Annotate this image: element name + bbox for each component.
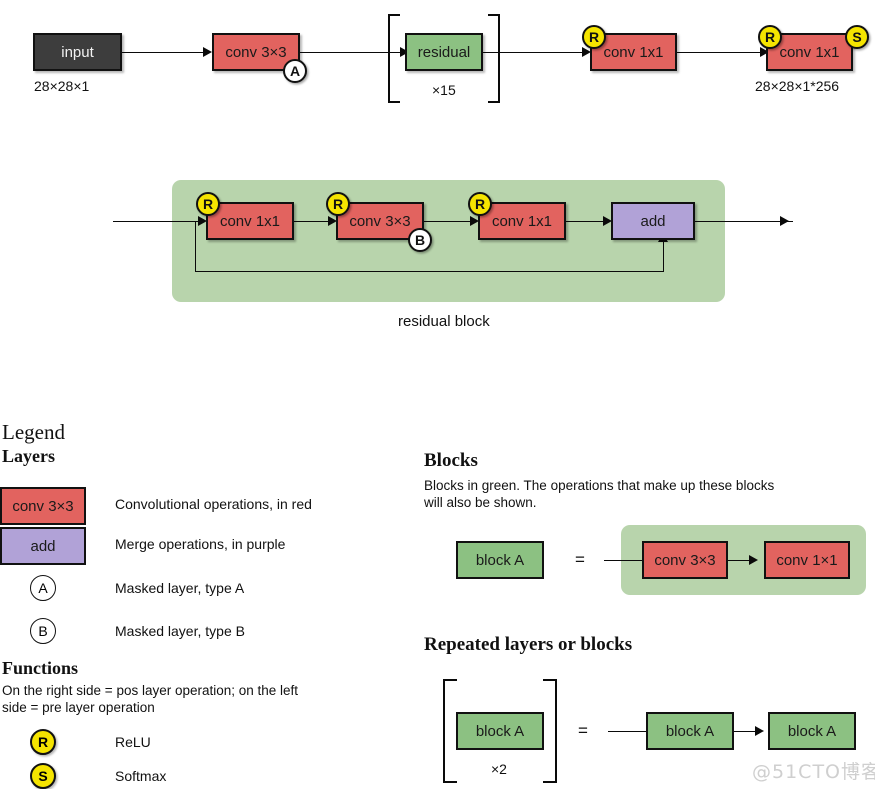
legend-desc-mask-b: Masked layer, type B [115, 623, 245, 639]
legend-relu-icon: R [30, 729, 56, 755]
legend-blocks-rhs-conv1x1-label: conv 1×1 [776, 551, 838, 569]
legend-repeat-rhs-block-1-label: block A [665, 722, 715, 740]
repeat-bracket-left-top [388, 14, 400, 103]
relu-badge-text: R [588, 29, 600, 45]
legend-swatch-conv-label: conv 3×3 [12, 497, 74, 515]
connector-input-to-conv3x3 [122, 52, 208, 53]
legend-repeat-mid-arrow [755, 726, 764, 736]
legend-mask-a-icon: A [30, 575, 56, 601]
legend-blocks-heading: Blocks [424, 450, 478, 471]
legend-title: Legend [2, 420, 65, 444]
node-conv3x3-a-label: conv 3×3 [225, 43, 287, 61]
output-shape-caption: 28×28×1*256 [755, 78, 840, 94]
mask-badge-a-icon: A [283, 59, 307, 83]
mask-badge-b-text: B [414, 232, 426, 248]
legend-desc-mask-a: Masked layer, type A [115, 580, 245, 596]
legend-blocks-rhs-conv3x3-label: conv 3×3 [654, 551, 716, 569]
res-node-conv1x1-second-label: conv 1x1 [491, 212, 553, 230]
legend-repeat-bracket-left [443, 679, 457, 783]
legend-swatch-add-label: add [30, 537, 56, 555]
node-input[interactable]: input [33, 33, 122, 71]
res-node-add-label: add [640, 212, 666, 230]
site-watermark: @51CTO博客 [752, 761, 875, 783]
legend-desc-add: Merge operations, in purple [115, 536, 286, 552]
legend-block-a-lhs: block A [456, 541, 544, 579]
relu-badge-text-res-2: R [332, 196, 344, 212]
skip-connection-vertical-up [663, 240, 664, 271]
softmax-badge-text: S [852, 29, 862, 45]
legend-layers-heading: Layers [2, 446, 55, 466]
skip-connection-vertical-down [195, 221, 196, 271]
legend-softmax-text: S [38, 768, 48, 784]
node-residual-label: residual [417, 43, 471, 61]
legend-repeat-rhs-block-2-label: block A [787, 722, 837, 740]
relu-badge-icon-top-mid: R [582, 25, 606, 49]
relu-badge-text-res-1: R [202, 196, 214, 212]
mask-badge-a-text: A [289, 63, 301, 79]
relu-badge-icon-top-out: R [758, 25, 782, 49]
legend-softmax-icon: S [30, 763, 56, 789]
legend-mask-b-text: B [38, 623, 48, 639]
arrowhead-input-to-conv3x3 [203, 47, 212, 57]
legend-swatch-conv: conv 3×3 [0, 487, 86, 525]
connector-res3-to-add [566, 221, 608, 222]
res-node-conv3x3-label: conv 3×3 [349, 212, 411, 230]
legend-blocks-rhs-conv1x1: conv 1×1 [764, 541, 850, 579]
relu-badge-icon-res-3: R [468, 192, 492, 216]
legend-functions-description: On the right side = pos layer operation;… [2, 683, 299, 715]
connector-residual-output [695, 221, 793, 222]
legend-repeat-lhs-block: block A [456, 712, 544, 750]
residual-block-panel [172, 180, 725, 302]
legend-blocks-equals: = [575, 550, 585, 569]
legend-desc-conv: Convolutional operations, in red [115, 496, 312, 512]
connector-residual-input [113, 221, 203, 222]
legend-blocks-mid-arrow [749, 555, 758, 565]
connector-conv1x1-to-conv1x1out [677, 52, 765, 53]
legend-blocks-rhs-conv3x3: conv 3×3 [642, 541, 728, 579]
node-residual[interactable]: residual [405, 33, 483, 71]
skip-connection-horizontal [195, 271, 664, 272]
legend-repeat-rhs-block-1: block A [646, 712, 734, 750]
relu-badge-icon-res-1: R [196, 192, 220, 216]
node-input-label: input [61, 43, 94, 61]
repeat-bracket-right-top [488, 14, 500, 103]
residual-repeat-count: ×15 [432, 82, 456, 98]
legend-repeated-equals: = [578, 721, 588, 740]
legend-desc-softmax: Softmax [115, 768, 167, 784]
relu-badge-icon-res-2: R [326, 192, 350, 216]
legend-block-a-lhs-label: block A [475, 551, 525, 569]
softmax-badge-icon: S [845, 25, 869, 49]
node-conv1x1-out-label: conv 1x1 [779, 43, 840, 61]
legend-relu-text: R [37, 734, 49, 750]
connector-residual-to-conv1x1 [483, 52, 588, 53]
relu-badge-text-out: R [764, 29, 776, 45]
legend-mask-b-icon: B [30, 618, 56, 644]
mask-badge-b-icon: B [408, 228, 432, 252]
input-shape-caption: 28×28×1 [34, 78, 90, 94]
legend-repeated-heading: Repeated layers or blocks [424, 634, 633, 655]
legend-repeat-count: ×2 [491, 761, 507, 777]
connector-res2-to-res3 [424, 221, 474, 222]
legend-repeat-lhs-block-label: block A [475, 722, 525, 740]
legend-blocks-description: Blocks in green. The operations that mak… [424, 478, 775, 510]
relu-badge-text-res-3: R [474, 196, 486, 212]
legend-desc-relu: ReLU [115, 734, 151, 750]
legend-functions-heading: Functions [2, 658, 79, 678]
arrowhead-residual-output [780, 216, 789, 226]
res-node-add[interactable]: add [611, 202, 695, 240]
legend-mask-a-text: A [38, 580, 48, 596]
legend-swatch-add: add [0, 527, 86, 565]
legend-repeat-rhs-block-2: block A [768, 712, 856, 750]
legend-repeat-bracket-right [543, 679, 557, 783]
node-conv1x1-mid-label: conv 1x1 [603, 43, 664, 61]
res-node-conv1x1-first-label: conv 1x1 [219, 212, 281, 230]
residual-block-caption: residual block [398, 313, 490, 330]
